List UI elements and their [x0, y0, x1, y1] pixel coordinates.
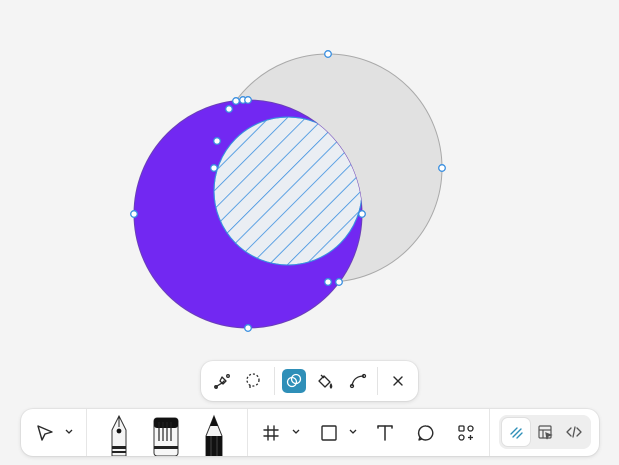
divider	[489, 409, 490, 456]
handle[interactable]	[225, 105, 233, 113]
frame-hash-icon	[263, 425, 279, 441]
frame-tool-caret[interactable]	[291, 427, 301, 437]
select-tool-button[interactable]	[33, 421, 57, 445]
text-icon	[377, 425, 393, 441]
comment-bubble-icon	[417, 425, 434, 441]
divider	[86, 409, 87, 456]
fill-button[interactable]	[313, 369, 337, 393]
handle[interactable]	[130, 210, 138, 218]
marker-brush-icon	[153, 417, 179, 456]
bend-curve-icon	[349, 373, 367, 389]
rectangle-icon	[321, 425, 337, 441]
frame-tool-button[interactable]	[259, 421, 283, 445]
fountain-pen-tool[interactable]	[104, 413, 134, 456]
paint-bucket-icon	[318, 374, 333, 389]
text-tool-button[interactable]	[373, 421, 397, 445]
code-icon	[566, 426, 582, 438]
mode-switcher	[499, 415, 591, 449]
chevron-down-icon	[65, 429, 73, 434]
bottom-toolbar	[21, 409, 599, 456]
pencil-icon	[205, 414, 223, 456]
handle[interactable]	[324, 50, 332, 58]
pen-path-icon	[214, 374, 230, 389]
lasso-icon	[246, 373, 260, 388]
shape-tool-caret[interactable]	[348, 427, 358, 437]
design-mode-button[interactable]	[531, 418, 559, 446]
comment-tool-button[interactable]	[414, 421, 438, 445]
plugins-button[interactable]	[454, 421, 478, 445]
handle[interactable]	[358, 210, 366, 218]
draw-mode-button[interactable]	[502, 418, 530, 446]
handle[interactable]	[210, 164, 218, 172]
draw-mode-icon	[510, 427, 523, 439]
handle[interactable]	[213, 137, 221, 145]
handle[interactable]	[438, 164, 446, 172]
select-tool-caret[interactable]	[64, 427, 74, 437]
close-button[interactable]	[386, 369, 410, 393]
lasso-button[interactable]	[241, 369, 265, 393]
shapes-grid-icon	[458, 425, 474, 441]
chevron-down-icon	[292, 429, 300, 434]
curve-button[interactable]	[346, 369, 370, 393]
boolean-ops-button[interactable]	[282, 369, 306, 393]
boolean-icon	[286, 373, 302, 388]
handle[interactable]	[324, 278, 332, 286]
shape-tool-button[interactable]	[317, 421, 341, 445]
pencil-tool[interactable]	[199, 413, 229, 456]
dev-mode-button[interactable]	[560, 418, 588, 446]
divider	[274, 367, 275, 395]
path-edit-button[interactable]	[210, 369, 234, 393]
fountain-pen-icon	[111, 414, 127, 456]
close-icon	[393, 376, 403, 386]
handle[interactable]	[335, 278, 343, 286]
marker-tool[interactable]	[151, 413, 181, 456]
handle[interactable]	[244, 324, 252, 332]
divider	[247, 409, 248, 456]
design-mode-icon	[538, 425, 553, 440]
pointer-icon	[37, 425, 53, 441]
chevron-down-icon	[349, 429, 357, 434]
context-toolbar	[201, 361, 418, 401]
divider	[377, 367, 378, 395]
handle[interactable]	[232, 97, 240, 105]
handle[interactable]	[244, 96, 252, 104]
